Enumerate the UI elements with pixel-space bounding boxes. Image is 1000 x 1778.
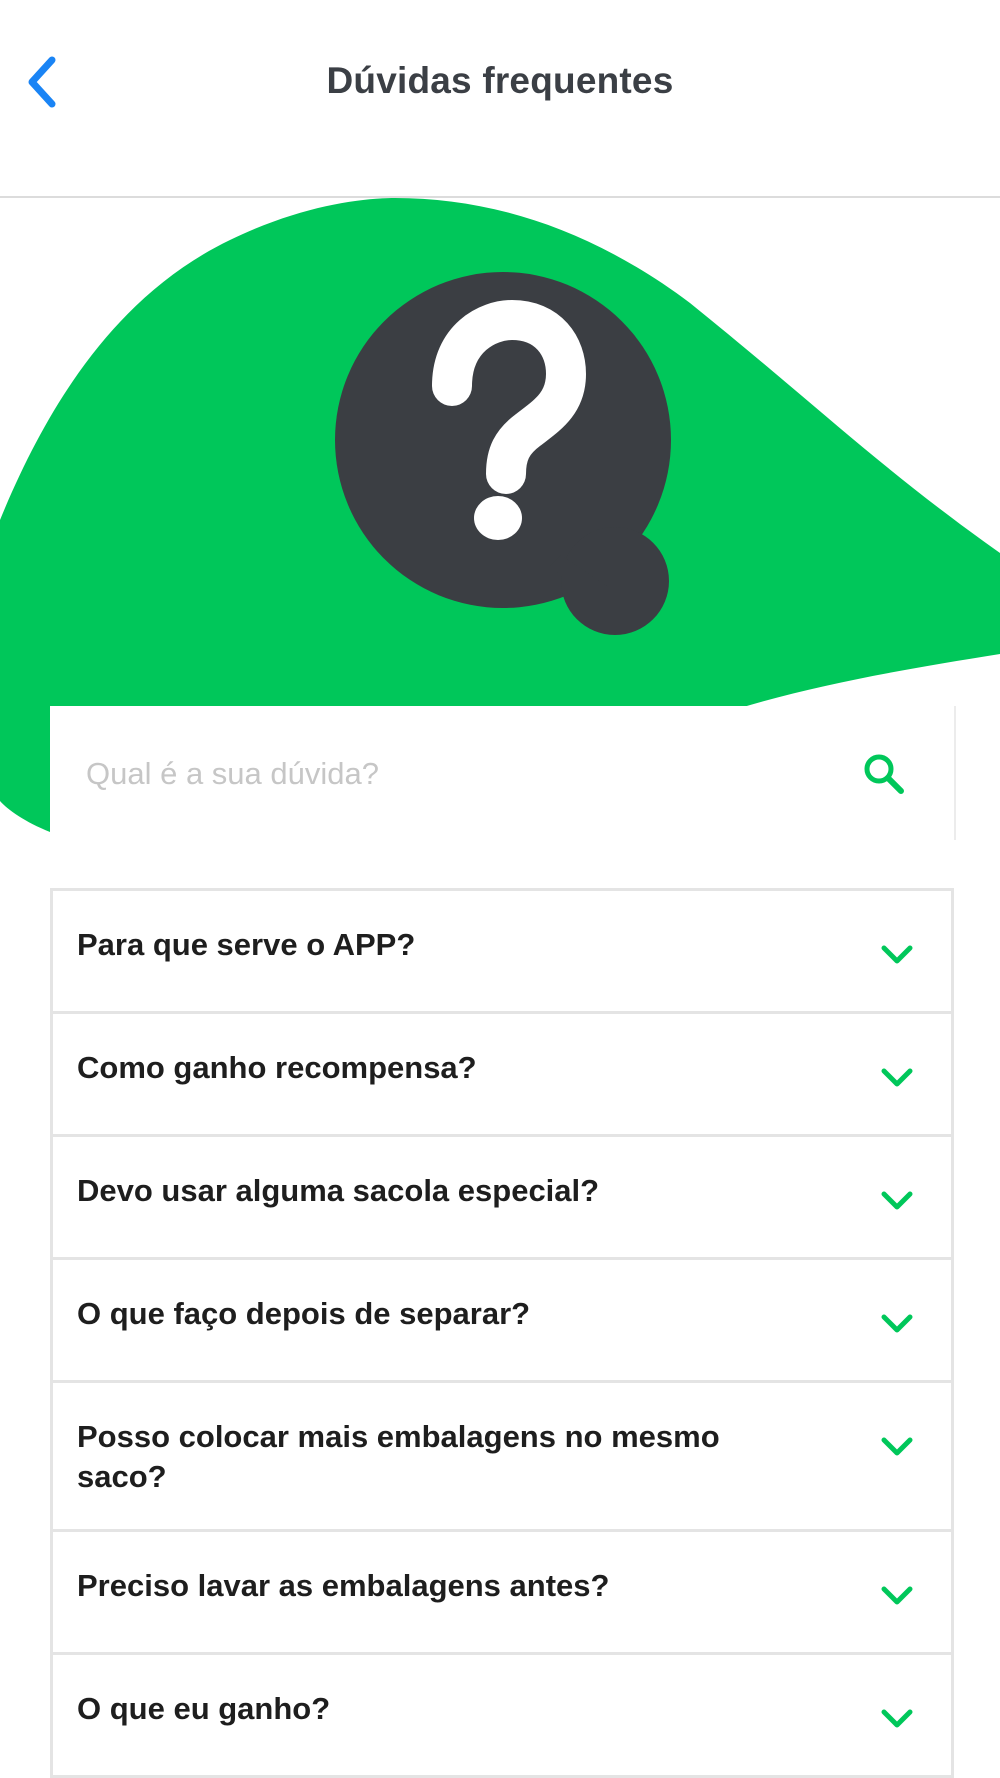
faq-item[interactable]: O que eu ganho? [50,1652,954,1778]
search-icon [864,754,904,794]
search-bar [50,706,956,840]
chevron-down-icon[interactable] [877,1427,917,1467]
search-input[interactable] [86,746,846,802]
green-blob-tail [0,708,50,832]
faq-question: O que faço depois de separar? [77,1296,531,1331]
faq-item[interactable]: Para que serve o APP? [50,888,954,1014]
chevron-down-icon[interactable] [877,1699,917,1739]
faq-screen: Dúvidas frequentes Para que serve o APP?… [0,0,1000,1778]
faq-item[interactable]: Devo usar alguma sacola especial? [50,1134,954,1260]
faq-item[interactable]: Preciso lavar as embalagens antes? [50,1529,954,1655]
faq-question: Para que serve o APP? [77,927,416,962]
chevron-down-icon[interactable] [877,1058,917,1098]
search-button[interactable] [856,746,912,802]
faq-item[interactable]: Posso colocar mais embalagens no mesmo s… [50,1380,954,1532]
faq-question: Como ganho recompensa? [77,1050,477,1085]
faq-question: Preciso lavar as embalagens antes? [77,1568,610,1603]
chevron-down-icon[interactable] [877,1181,917,1221]
top-app-bar: Dúvidas frequentes [0,0,1000,198]
faq-question: Devo usar alguma sacola especial? [77,1173,600,1208]
faq-question: O que eu ganho? [77,1691,331,1726]
faq-list: Para que serve o APP? Como ganho recompen… [50,888,954,1778]
faq-question: Posso colocar mais embalagens no mesmo s… [77,1419,720,1494]
chevron-down-icon[interactable] [877,935,917,975]
page-title: Dúvidas frequentes [326,60,674,101]
faq-item[interactable]: O que faço depois de separar? [50,1257,954,1383]
chevron-down-icon[interactable] [877,1304,917,1344]
faq-item[interactable]: Como ganho recompensa? [50,1011,954,1137]
chevron-down-icon[interactable] [877,1576,917,1616]
